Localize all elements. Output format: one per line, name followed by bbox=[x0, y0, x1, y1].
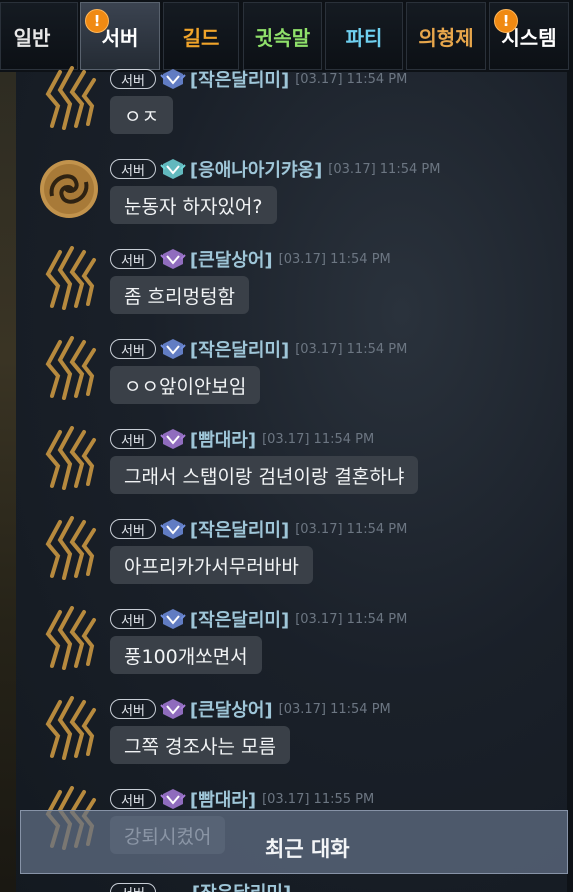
message-header: 서버 [작은달리미] [03.17] 11:54 PM bbox=[110, 516, 408, 542]
purple-emblem-icon bbox=[160, 698, 186, 720]
tab-server[interactable]: 서버! bbox=[80, 2, 160, 70]
message-timestamp: [03.17] 11:54 PM bbox=[262, 431, 375, 447]
message-bubble: 눈동자 하자있어? bbox=[110, 186, 277, 224]
message-timestamp: [03.17] 11:55 PM bbox=[262, 791, 375, 807]
tab-guild[interactable]: 길드 bbox=[163, 2, 239, 70]
message-header: 서버 [빰대라] [03.17] 11:54 PM bbox=[110, 426, 375, 452]
claw-avatar-icon[interactable] bbox=[38, 66, 100, 132]
message-bubble: 그래서 스탭이랑 검년이랑 결혼하냐 bbox=[110, 456, 419, 494]
message-bubble: ㅇㅈ bbox=[110, 96, 173, 134]
server-tag: 서버 bbox=[110, 699, 156, 719]
alert-badge-icon: ! bbox=[494, 9, 518, 33]
claw-avatar-icon[interactable] bbox=[38, 516, 100, 582]
server-tag: 서버 bbox=[110, 159, 156, 179]
chat-message: 서버 [작은달리미] [03.17] 11:54 PM 풍100개쏘면서 bbox=[0, 606, 573, 696]
purple-emblem-icon bbox=[160, 788, 186, 810]
player-name[interactable]: [큰달상어] bbox=[190, 246, 273, 272]
message-bubble: 풍100개쏘면서 bbox=[110, 636, 262, 674]
player-name[interactable]: [큰달상어] bbox=[190, 696, 273, 722]
tab-label: 파티 bbox=[345, 25, 383, 50]
recent-conversation-label: 최근 대화 bbox=[265, 837, 350, 861]
player-name[interactable]: [작은달리미] bbox=[190, 606, 289, 632]
message-header: 서버 [작은달리미] [03.17] 11:54 PM bbox=[110, 66, 408, 92]
chat-message: 서버 [응애나아기캬옹] [03.17] 11:54 PM 눈동자 하자있어? bbox=[0, 156, 573, 246]
message-bubble: 아프리카가서무러바바 bbox=[110, 546, 313, 584]
message-header: 서버 [빰대라] [03.17] 11:55 PM bbox=[110, 786, 375, 812]
message-bubble: ㅇㅇ앞이안보임 bbox=[110, 366, 261, 404]
server-tag: 서버 bbox=[110, 429, 156, 449]
player-name[interactable]: [빰대라] bbox=[190, 426, 256, 452]
message-bubble: 좀 흐리멍텅함 bbox=[110, 276, 249, 314]
teal-emblem-icon bbox=[160, 158, 186, 180]
message-timestamp: [03.17] 11:54 PM bbox=[295, 611, 408, 627]
tab-label: 귓속말 bbox=[254, 25, 311, 50]
chat-message: 서버 [큰달상어] [03.17] 11:54 PM 좀 흐리멍텅함 bbox=[0, 246, 573, 336]
player-name[interactable]: [작은달리미] bbox=[190, 516, 289, 542]
player-name[interactable]: [작은달리미] bbox=[190, 336, 289, 362]
message-header: 서버 [큰달상어] [03.17] 11:54 PM bbox=[110, 696, 391, 722]
next-message-peek: 서버 [작은달리미] bbox=[0, 876, 573, 892]
chat-message: 서버 [작은달리미] [03.17] 11:54 PM 아프리카가서무러바바 bbox=[0, 516, 573, 606]
chat-tab-bar: 일반 서버! 길드 귓속말 파티 의형제 시스템! bbox=[0, 0, 573, 72]
server-tag: 서버 bbox=[110, 609, 156, 629]
server-tag: 서버 bbox=[110, 519, 156, 539]
server-tag: 서버 bbox=[110, 789, 156, 809]
blue-emblem-icon bbox=[160, 68, 186, 90]
server-tag: 서버 bbox=[110, 69, 156, 89]
message-timestamp: [03.17] 11:54 PM bbox=[328, 161, 441, 177]
tab-label: 일반 bbox=[13, 25, 51, 50]
server-tag: 서버 bbox=[110, 339, 156, 359]
chat-message: 서버 [빰대라] [03.17] 11:54 PM 그래서 스탭이랑 검년이랑 결혼하… bbox=[0, 426, 573, 516]
purple-emblem-icon bbox=[160, 428, 186, 450]
blue-emblem-icon bbox=[160, 518, 186, 540]
message-bubble: 그쪽 경조사는 모름 bbox=[110, 726, 290, 764]
blue-emblem-icon bbox=[160, 338, 186, 360]
claw-avatar-icon[interactable] bbox=[38, 246, 100, 312]
message-timestamp: [03.17] 11:54 PM bbox=[295, 341, 408, 357]
player-name[interactable]: [작은달리미] bbox=[192, 879, 291, 892]
tab-whisper[interactable]: 귓속말 bbox=[243, 2, 322, 70]
tab-brotherhood[interactable]: 의형제 bbox=[406, 2, 486, 70]
blue-emblem-icon bbox=[160, 608, 186, 630]
chat-message: 서버 [큰달상어] [03.17] 11:54 PM 그쪽 경조사는 모름 bbox=[0, 696, 573, 786]
message-timestamp: [03.17] 11:54 PM bbox=[278, 701, 391, 717]
recent-conversation-button[interactable]: 최근 대화 bbox=[20, 810, 568, 874]
chat-message: 서버 [작은달리미] [03.17] 11:54 PM ㅇㅈ bbox=[0, 66, 573, 156]
alert-badge-icon: ! bbox=[85, 9, 109, 33]
message-timestamp: [03.17] 11:54 PM bbox=[278, 251, 391, 267]
swirl-avatar-icon[interactable] bbox=[38, 156, 100, 222]
message-header: 서버 [큰달상어] [03.17] 11:54 PM bbox=[110, 246, 391, 272]
claw-avatar-icon[interactable] bbox=[38, 606, 100, 672]
tab-label: 의형제 bbox=[418, 25, 474, 50]
tab-label: 길드 bbox=[182, 25, 220, 50]
claw-avatar-icon[interactable] bbox=[38, 426, 100, 492]
message-timestamp: [03.17] 11:54 PM bbox=[295, 71, 408, 87]
player-name[interactable]: [빰대라] bbox=[190, 786, 256, 812]
chat-message: 서버 [작은달리미] [03.17] 11:54 PM ㅇㅇ앞이안보임 bbox=[0, 336, 573, 426]
message-header: 서버 [작은달리미] [03.17] 11:54 PM bbox=[110, 336, 408, 362]
tab-general[interactable]: 일반 bbox=[0, 2, 78, 70]
message-timestamp: [03.17] 11:54 PM bbox=[295, 521, 408, 537]
message-header: 서버 [작은달리미] [03.17] 11:54 PM bbox=[110, 606, 408, 632]
message-header: 서버 [응애나아기캬옹] [03.17] 11:54 PM bbox=[110, 156, 441, 182]
purple-emblem-icon bbox=[160, 248, 186, 270]
claw-avatar-icon[interactable] bbox=[38, 336, 100, 402]
player-name[interactable]: [작은달리미] bbox=[190, 66, 289, 92]
server-tag: 서버 bbox=[110, 249, 156, 269]
server-tag: 서버 bbox=[110, 883, 156, 892]
player-name[interactable]: [응애나아기캬옹] bbox=[190, 156, 322, 182]
claw-avatar-icon[interactable] bbox=[38, 696, 100, 762]
tab-system[interactable]: 시스템! bbox=[489, 2, 569, 70]
tab-party[interactable]: 파티 bbox=[325, 2, 403, 70]
